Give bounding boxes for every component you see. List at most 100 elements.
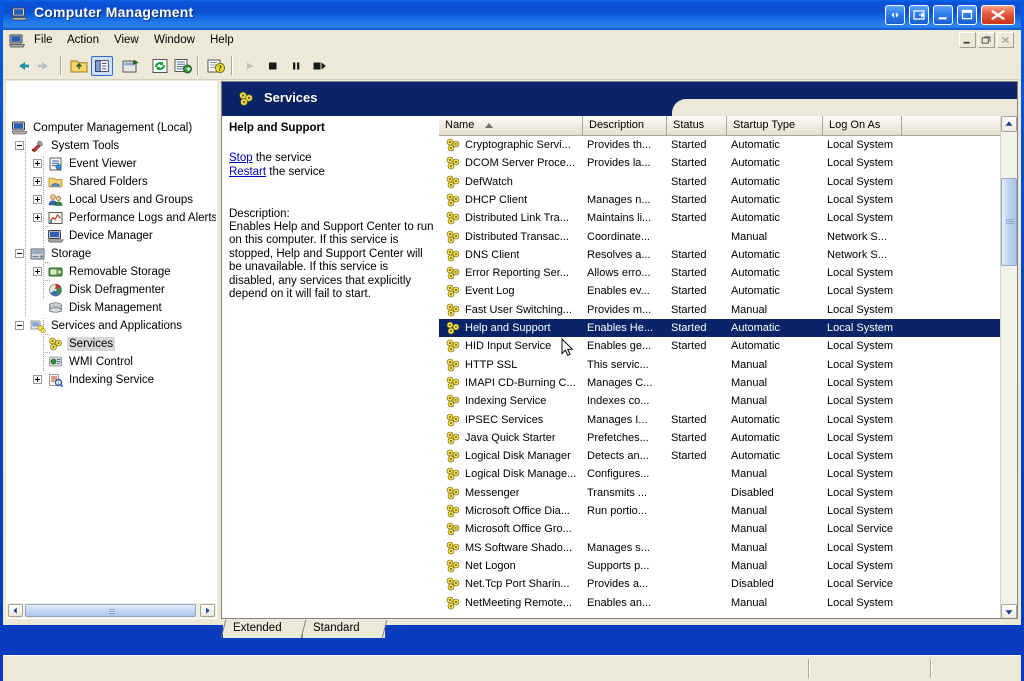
column-header-description[interactable]: Description — [583, 116, 667, 136]
table-row[interactable]: Logical Disk Manage... Configures... Manua… — [439, 465, 1000, 483]
table-row[interactable]: Java Quick Starter Prefetches... Started Au… — [439, 429, 1000, 447]
table-row[interactable]: Cryptographic Servi... Provides th... Star… — [439, 136, 1000, 154]
column-header-name[interactable]: Name — [439, 116, 583, 136]
table-row[interactable]: Microsoft Office Gro... Manual Local Servi… — [439, 520, 1000, 538]
table-row[interactable]: Distributed Transac... Coordinate... Manua… — [439, 228, 1000, 246]
tab-extended[interactable]: Extended — [220, 620, 308, 638]
restore-all-button[interactable] — [885, 5, 905, 25]
cell-description: Enables ev... — [587, 285, 650, 298]
mdi-child-minimize[interactable] — [959, 32, 976, 48]
menu-action[interactable]: Action — [62, 34, 104, 49]
table-row[interactable]: Indexing Service Indexes co... Manual Local… — [439, 392, 1000, 410]
cell-name: Error Reporting Ser... — [465, 267, 569, 280]
up-one-level-button[interactable] — [68, 56, 90, 76]
tree-line — [43, 280, 51, 281]
tree-expander-shared-folders[interactable] — [33, 177, 42, 186]
tree-expander-indexing-service[interactable] — [33, 375, 42, 384]
start-service-button[interactable] — [239, 56, 261, 76]
tree-line — [43, 262, 51, 263]
scroll-right-arrow[interactable] — [200, 604, 215, 617]
cell-startup-type: Automatic — [731, 322, 780, 334]
column-header-startup-type[interactable]: Startup Type — [727, 116, 823, 136]
table-row[interactable]: DefWatch Started Automatic Local System — [439, 173, 1000, 191]
menu-window[interactable]: Window — [149, 34, 200, 49]
tree-expander-system-tools[interactable] — [15, 141, 24, 150]
restart-service-button[interactable] — [308, 56, 330, 76]
table-row[interactable]: Event Log Enables ev... Started Automatic Lo… — [439, 282, 1000, 300]
horizontal-scroll-thumb[interactable] — [25, 604, 196, 617]
cell-name: IMAPI CD-Burning C... — [465, 376, 576, 389]
cell-description: Indexes co... — [587, 395, 650, 408]
tree-expander-performance-logs-and-alerts[interactable] — [33, 213, 42, 222]
table-row[interactable]: Help and Support Enables He... Started Auto… — [439, 319, 1000, 337]
mdi-restore-button[interactable] — [909, 5, 929, 25]
table-row[interactable]: HTTP SSL This servic... Manual Local System — [439, 356, 1000, 374]
cell-startup-type: Automatic — [731, 267, 780, 280]
cell-startup-type: Automatic — [731, 285, 780, 298]
properties-button[interactable] — [120, 56, 142, 76]
computer-icon — [11, 7, 28, 21]
scroll-up-arrow[interactable] — [1001, 116, 1017, 132]
table-row[interactable]: DCOM Server Proce... Provides la... Starte… — [439, 154, 1000, 172]
back-button[interactable] — [11, 56, 33, 76]
list-vertical-scrollbar[interactable] — [1000, 116, 1017, 618]
column-header-status[interactable]: Status — [667, 116, 727, 136]
forward-button[interactable] — [34, 56, 56, 76]
table-row[interactable]: Net.Tcp Port Sharin... Provides a... Disab… — [439, 575, 1000, 593]
console-icon — [9, 34, 25, 48]
tree-expander-storage[interactable] — [15, 249, 24, 258]
view-tabs: Extended Standard — [220, 619, 1018, 638]
pause-service-button[interactable] — [285, 56, 307, 76]
tree-expander-removable-storage[interactable] — [33, 267, 42, 276]
table-row[interactable]: Fast User Switching... Provides m... Start… — [439, 301, 1000, 319]
menu-view[interactable]: View — [109, 34, 144, 49]
mdi-child-restore[interactable] — [978, 32, 995, 48]
table-row[interactable]: Distributed Link Tra... Maintains li... St… — [439, 209, 1000, 227]
table-row[interactable]: Error Reporting Ser... Allows erro... Star… — [439, 264, 1000, 282]
mdi-child-close[interactable] — [997, 32, 1014, 48]
cell-log-on-as: Local System — [827, 450, 894, 463]
table-row[interactable]: Messenger Transmits ... Disabled Local Syst… — [439, 484, 1000, 502]
window-title: Computer Management — [34, 4, 194, 20]
table-row[interactable]: Logical Disk Manager Detects an... Started… — [439, 447, 1000, 465]
cell-description: Prefetches... — [587, 431, 649, 444]
console-tree[interactable]: Computer Management (Local) System Tools E… — [6, 115, 217, 602]
close-button[interactable] — [981, 5, 1015, 25]
results-header-title: Services — [264, 90, 318, 105]
column-header-log-on-as[interactable]: Log On As — [823, 116, 902, 136]
services-list-view[interactable]: Name Description Status Startup Type Log On … — [438, 116, 1017, 618]
table-row[interactable]: DHCP Client Manages n... Started Automatic L… — [439, 191, 1000, 209]
table-row[interactable]: Microsoft Office Dia... Run portio... Manu… — [439, 502, 1000, 520]
table-row[interactable]: DNS Client Resolves a... Started Automatic N… — [439, 246, 1000, 264]
stop-service-button[interactable] — [262, 56, 284, 76]
tree-expander-services-and-applications[interactable] — [15, 321, 24, 330]
results-header: Services — [222, 82, 1017, 116]
table-row[interactable]: Net Logon Supports p... Manual Local System — [439, 557, 1000, 575]
refresh-button[interactable] — [149, 56, 171, 76]
tree-expander-event-viewer[interactable] — [33, 159, 42, 168]
services-gear-icon — [446, 266, 460, 280]
menu-file[interactable]: File — [29, 34, 58, 49]
show-hide-tree-button[interactable] — [91, 56, 113, 76]
tab-standard[interactable]: Standard — [300, 620, 388, 638]
table-row[interactable]: HID Input Service Enables ge... Started Aut… — [439, 337, 1000, 355]
table-row[interactable]: NetMeeting Remote... Enables an... Manual L… — [439, 594, 1000, 612]
table-row[interactable]: IPSEC Services Manages I... Started Automat… — [439, 411, 1000, 429]
minimize-button[interactable] — [933, 5, 953, 25]
table-row[interactable]: MS Software Shado... Manages s... Manual Lo… — [439, 539, 1000, 557]
cell-log-on-as: Local System — [827, 559, 894, 572]
cell-name: Indexing Service — [465, 395, 547, 408]
disk-defragmenter-icon — [49, 283, 62, 297]
table-row[interactable]: IMAPI CD-Burning C... Manages C... Manual L… — [439, 374, 1000, 392]
scroll-down-arrow[interactable] — [1001, 604, 1017, 618]
stop-service-link[interactable]: Stop — [229, 152, 253, 164]
vertical-scroll-thumb[interactable] — [1001, 178, 1017, 266]
maximize-button[interactable] — [957, 5, 977, 25]
menu-help[interactable]: Help — [205, 34, 239, 49]
export-list-button[interactable] — [172, 56, 194, 76]
help-button[interactable]: ? — [205, 56, 227, 76]
tree-horizontal-scrollbar[interactable] — [6, 602, 217, 619]
tree-expander-local-users-and-groups[interactable] — [33, 195, 42, 204]
scroll-left-arrow[interactable] — [8, 604, 23, 617]
restart-service-link[interactable]: Restart — [229, 166, 266, 178]
